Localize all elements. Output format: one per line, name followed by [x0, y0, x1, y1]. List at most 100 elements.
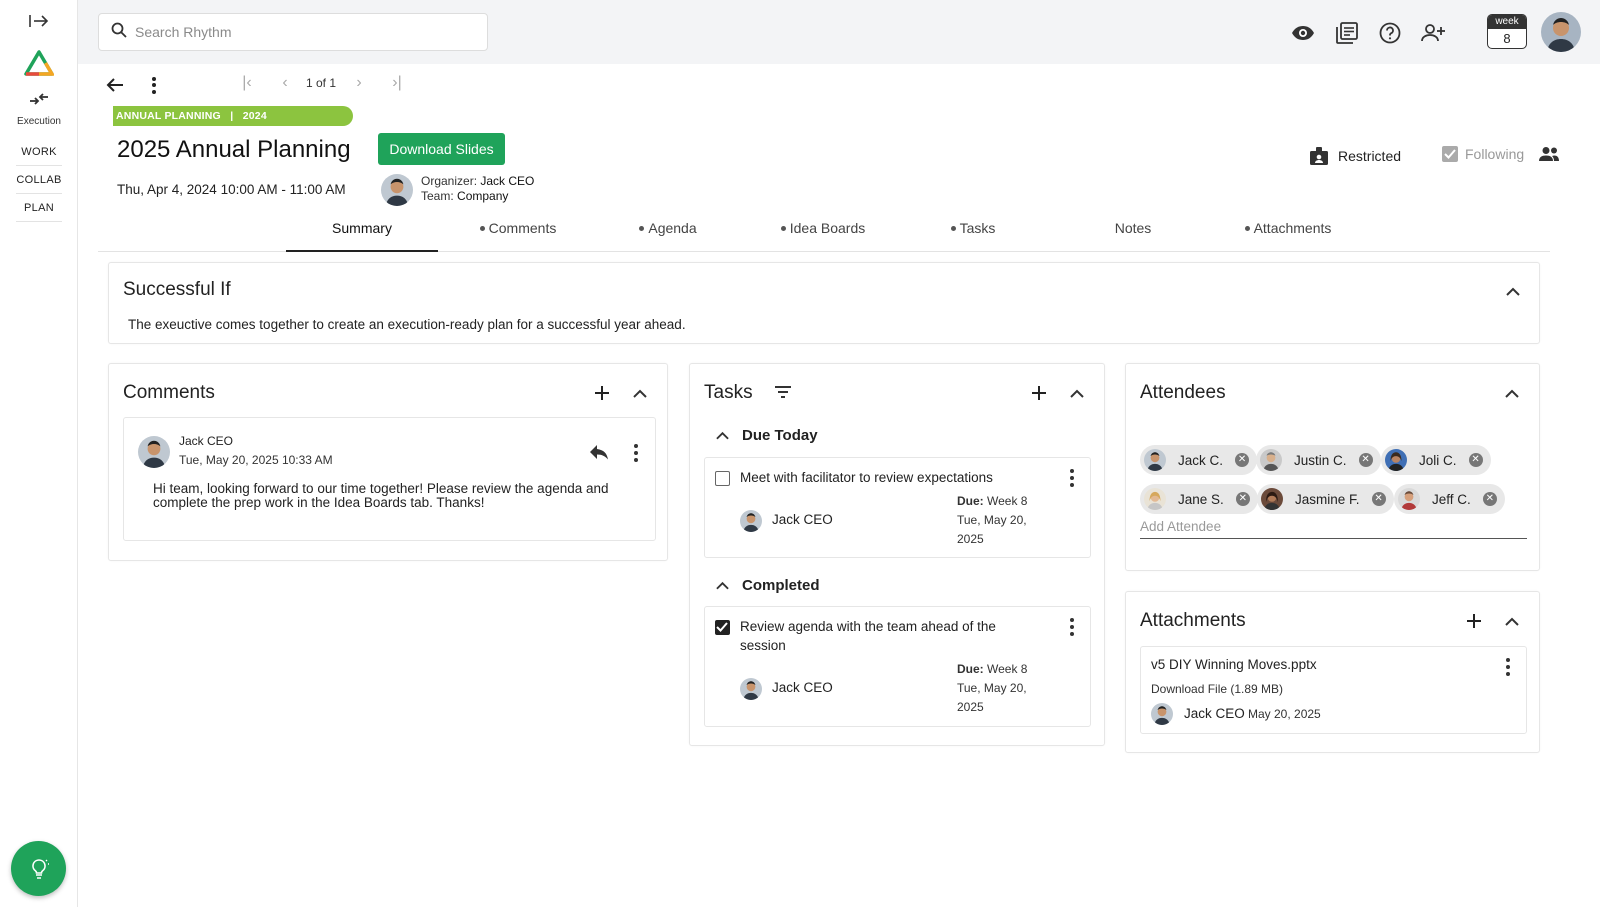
week-indicator[interactable]: week 8	[1487, 14, 1527, 49]
app-logo-icon[interactable]	[24, 50, 56, 76]
people-icon[interactable]	[1538, 146, 1560, 162]
sidebar-item-execution[interactable]: Execution	[0, 92, 78, 127]
reply-icon[interactable]	[589, 444, 609, 465]
due-today-section[interactable]: Due Today	[716, 427, 818, 444]
attendee-name: Jasmine F.	[1295, 491, 1360, 507]
remove-attendee-icon[interactable]: ✕	[1358, 453, 1373, 467]
attachment-options-icon[interactable]	[1505, 658, 1511, 676]
remove-attendee-icon[interactable]: ✕	[1468, 453, 1483, 467]
task-options-icon[interactable]	[1069, 469, 1075, 487]
download-file-link[interactable]: Download File (1.89 MB)	[1151, 682, 1283, 696]
sidebar-item-plan[interactable]: PLAN	[16, 196, 62, 222]
completed-label: Completed	[742, 577, 820, 594]
search-icon	[111, 22, 127, 43]
last-page-icon[interactable]: ›|	[386, 74, 408, 92]
attachments-title: Attachments	[1140, 610, 1246, 631]
tab-comments[interactable]: Comments	[458, 214, 578, 252]
nav-row	[106, 74, 156, 96]
collapse-chevron-icon[interactable]	[631, 384, 649, 402]
organizer-label: Organizer:	[421, 174, 478, 188]
attendee-name: Justin C.	[1294, 452, 1347, 468]
avatar	[1151, 703, 1173, 725]
more-options-icon[interactable]	[152, 76, 156, 94]
tab-idea-boards[interactable]: Idea Boards	[758, 214, 888, 252]
page-title: 2025 Annual Planning	[117, 136, 351, 163]
due-week: Week 8	[987, 662, 1028, 676]
sidebar-item-label: Execution	[17, 116, 61, 127]
sidebar-item-work[interactable]: WORK	[16, 140, 62, 166]
library-icon[interactable]	[1334, 20, 1360, 46]
attachment-filename[interactable]: v5 DIY Winning Moves.pptx	[1151, 657, 1317, 672]
tab-summary[interactable]: Summary	[286, 214, 438, 252]
ideas-lightbulb-button[interactable]	[11, 841, 66, 896]
main-content: |‹ ‹ 1 of 1 › ›| ANNUAL PLANNING | 2024 …	[78, 64, 1600, 907]
eye-icon[interactable]	[1290, 20, 1316, 46]
remove-attendee-icon[interactable]: ✕	[1235, 453, 1250, 467]
meeting-type-banner: ANNUAL PLANNING | 2024	[113, 106, 353, 126]
task-due: Due: Week 8 Tue, May 20, 2025	[957, 492, 1027, 549]
search-box[interactable]	[98, 13, 488, 51]
chevron-up-icon	[716, 431, 729, 440]
remove-attendee-icon[interactable]: ✕	[1235, 492, 1250, 506]
tab-label: Comments	[488, 220, 557, 236]
lightbulb-icon	[31, 858, 49, 879]
add-user-icon[interactable]	[1420, 20, 1446, 46]
remove-attendee-icon[interactable]: ✕	[1482, 492, 1497, 506]
successful-if-card: Successful If The exeuctive comes togeth…	[108, 262, 1540, 344]
back-arrow-icon[interactable]	[106, 77, 124, 93]
organizer-name: Jack CEO	[480, 174, 535, 188]
attendee-chip[interactable]: Justin C. ✕	[1256, 445, 1381, 475]
tab-tasks[interactable]: Tasks	[928, 214, 1018, 252]
remove-attendee-icon[interactable]: ✕	[1371, 492, 1386, 506]
task-checkbox[interactable]	[715, 471, 730, 486]
task-text[interactable]: Review agenda with the team ahead of the…	[740, 617, 1040, 655]
download-slides-button[interactable]: Download Slides	[378, 133, 505, 165]
next-page-icon[interactable]: ›	[348, 74, 370, 92]
add-attachment-icon[interactable]	[1465, 612, 1483, 630]
task-options-icon[interactable]	[1069, 618, 1075, 636]
completed-section[interactable]: Completed	[716, 577, 820, 594]
due-date-line2: 2025	[957, 700, 984, 714]
following-checkbox[interactable]	[1442, 146, 1458, 162]
collapse-chevron-icon[interactable]	[1503, 384, 1521, 402]
add-task-icon[interactable]	[1030, 384, 1048, 402]
following-toggle[interactable]: Following	[1442, 146, 1560, 162]
collapse-chevron-icon[interactable]	[1504, 282, 1522, 300]
add-attendee-input[interactable]: Add Attendee	[1140, 519, 1527, 539]
attendee-chip[interactable]: Jack C. ✕	[1140, 445, 1258, 475]
attendee-chip[interactable]: Jeff C. ✕	[1394, 484, 1505, 514]
comments-title: Comments	[123, 382, 215, 403]
collapse-chevron-icon[interactable]	[1503, 612, 1521, 630]
avatar	[1385, 449, 1407, 471]
tab-agenda[interactable]: Agenda	[618, 214, 718, 252]
tab-dot	[1244, 225, 1250, 231]
user-avatar[interactable]	[1541, 12, 1581, 52]
first-page-icon[interactable]: |‹	[236, 74, 258, 92]
attendee-chip[interactable]: Jane S. ✕	[1140, 484, 1258, 514]
tab-label: Summary	[332, 220, 392, 236]
prev-page-icon[interactable]: ‹	[274, 74, 296, 92]
attendee-name: Jeff C.	[1432, 491, 1471, 507]
organizer-info: Organizer: Jack CEO Team: Company	[421, 174, 534, 204]
restricted-toggle[interactable]: Restricted	[1309, 146, 1401, 166]
help-icon[interactable]	[1377, 20, 1403, 46]
task-text[interactable]: Meet with facilitator to review expectat…	[740, 468, 1040, 487]
attachment-owner: Jack CEO	[1184, 706, 1245, 721]
collapse-chevron-icon[interactable]	[1068, 384, 1086, 402]
week-number: 8	[1503, 31, 1511, 46]
due-date-line1: Tue, May 20,	[957, 681, 1027, 695]
filter-icon[interactable]	[774, 385, 792, 404]
task-checkbox[interactable]	[715, 620, 730, 635]
tab-attachments[interactable]: Attachments	[1218, 214, 1358, 252]
add-comment-icon[interactable]	[593, 384, 611, 402]
avatar	[1144, 488, 1166, 510]
expand-sidebar-icon[interactable]	[26, 10, 52, 32]
search-input[interactable]	[135, 24, 465, 40]
attendee-chip[interactable]: Joli C. ✕	[1381, 445, 1491, 475]
attachments-card: Attachments v5 DIY Winning Moves.pptx Do…	[1125, 591, 1540, 753]
sidebar-item-collab[interactable]: COLLAB	[16, 168, 62, 194]
pager: |‹ ‹ 1 of 1 › ›|	[236, 74, 408, 92]
comment-options-icon[interactable]	[633, 444, 639, 462]
tab-notes[interactable]: Notes	[1088, 214, 1178, 252]
attendee-chip[interactable]: Jasmine F. ✕	[1257, 484, 1394, 514]
